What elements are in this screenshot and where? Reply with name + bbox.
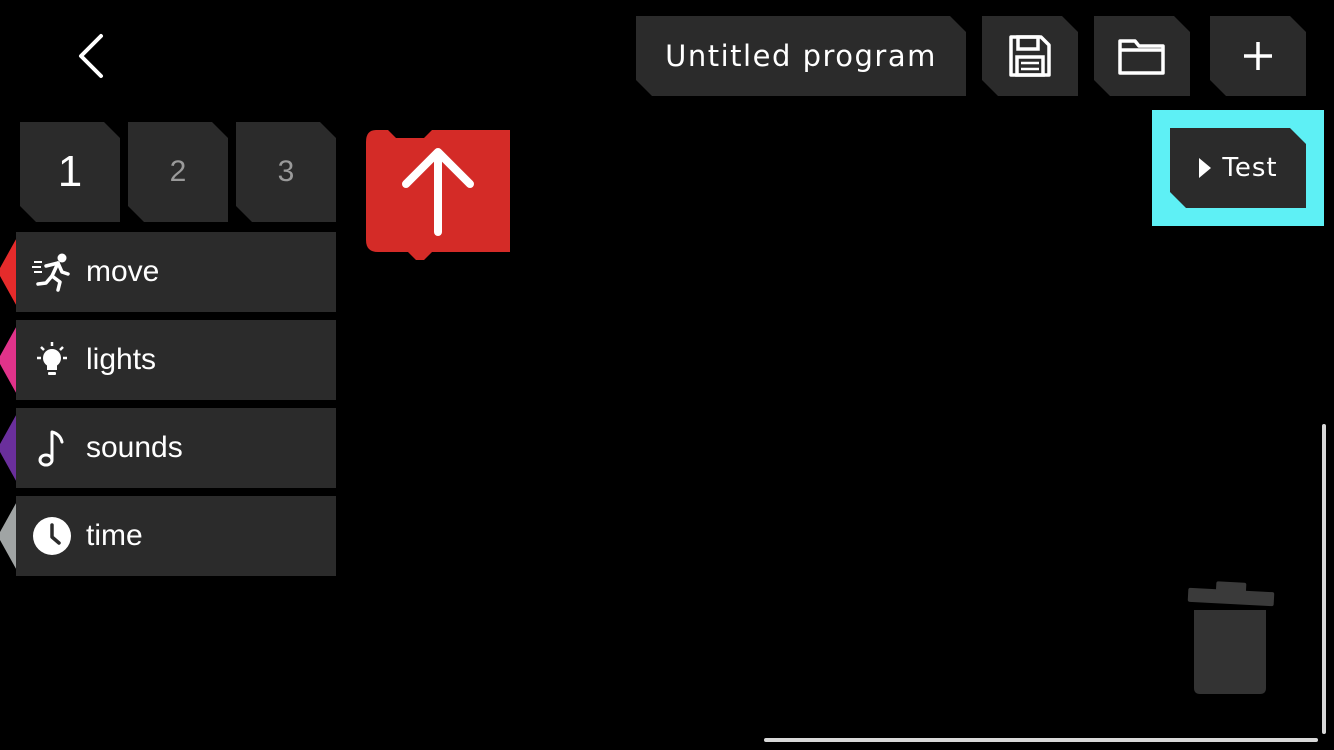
category-body: move bbox=[16, 232, 336, 312]
category-sounds[interactable]: sounds bbox=[0, 408, 336, 488]
category-lights[interactable]: lights bbox=[0, 320, 336, 400]
program-title: Untitled program bbox=[665, 39, 937, 73]
page-tab-label: 1 bbox=[57, 147, 83, 196]
move-forward-block[interactable] bbox=[366, 130, 510, 262]
category-time[interactable]: time bbox=[0, 496, 336, 576]
chevron-left-icon bbox=[79, 34, 103, 78]
plus-icon bbox=[1241, 39, 1275, 73]
category-move[interactable]: move bbox=[0, 232, 336, 312]
category-label: time bbox=[86, 519, 143, 552]
category-body: sounds bbox=[16, 408, 336, 488]
trash-can-icon[interactable] bbox=[1186, 580, 1276, 696]
music-note-icon bbox=[38, 430, 64, 467]
category-label: sounds bbox=[86, 431, 183, 464]
category-body: time bbox=[16, 496, 336, 576]
program-title-button[interactable]: Untitled program bbox=[636, 16, 966, 96]
lightbulb-icon bbox=[37, 342, 67, 375]
category-body: lights bbox=[16, 320, 336, 400]
running-person-icon bbox=[32, 253, 70, 292]
folder-icon bbox=[1117, 35, 1167, 77]
page-tab-3[interactable]: 3 bbox=[236, 122, 336, 222]
vertical-scrollbar[interactable] bbox=[1322, 424, 1326, 734]
page-tab-label: 2 bbox=[169, 155, 187, 188]
add-program-button[interactable] bbox=[1210, 16, 1306, 96]
test-label: Test bbox=[1222, 153, 1278, 183]
category-label: lights bbox=[86, 343, 157, 376]
page-tab-2[interactable]: 2 bbox=[128, 122, 228, 222]
floppy-disk-icon bbox=[1007, 33, 1053, 79]
category-label: move bbox=[86, 255, 160, 288]
horizontal-scrollbar[interactable] bbox=[764, 738, 1318, 742]
page-tab-1[interactable]: 1 bbox=[20, 122, 120, 222]
clock-icon bbox=[33, 517, 71, 555]
page-tab-label: 3 bbox=[277, 155, 295, 188]
test-button[interactable]: Test bbox=[1170, 128, 1306, 208]
back-button[interactable] bbox=[60, 28, 120, 84]
play-triangle-icon bbox=[1198, 157, 1212, 179]
save-button[interactable] bbox=[982, 16, 1078, 96]
open-folder-button[interactable] bbox=[1094, 16, 1190, 96]
